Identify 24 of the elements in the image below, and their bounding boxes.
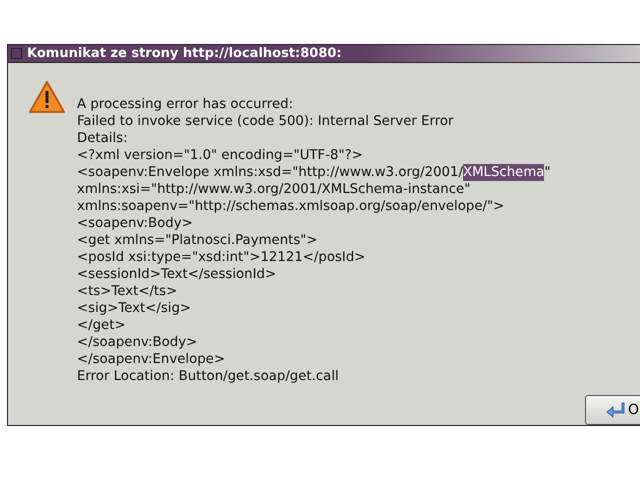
message-text: xmlns:soapenv="http://schemas.xmlsoap.org/soap/envelope/">	[77, 198, 504, 215]
message-text: xmlns:xsi="http://www.w3.org/2001/XMLSchema-instance"	[77, 181, 470, 198]
message-text: </soapenv:Body>	[77, 334, 198, 351]
window-menu-icon[interactable]	[11, 48, 22, 59]
message-text: Details:	[77, 130, 128, 147]
message-text: <?xml version="1.0" encoding="UTF-8"?>	[77, 147, 363, 164]
message-text: "	[544, 164, 551, 181]
message-text: </get>	[77, 317, 126, 334]
message-text: <soapenv:Envelope xmlns:xsd="http://www.w3.org/2001/	[77, 164, 463, 181]
message-text: <sessionId>Text</sessionId>	[77, 266, 276, 283]
message-text: Error Location: Button/get.soap/get.call	[77, 368, 339, 385]
return-arrow-icon	[606, 401, 626, 419]
selected-text: XMLSchema	[462, 164, 544, 181]
window-title: Komunikat ze strony http://localhost:8080:	[27, 47, 342, 60]
warning-icon	[28, 80, 66, 114]
message-text: <get xmlns="Platnosci.Payments">	[77, 232, 318, 249]
message-text: <posId xsi:type="xsd:int">12121</posId>	[77, 249, 366, 266]
message-text: A processing error has occurred:	[77, 96, 294, 113]
message-text: </soapenv:Envelope>	[77, 351, 225, 368]
message-text: <ts>Text</ts>	[77, 283, 178, 300]
ok-button[interactable]: O	[585, 395, 640, 425]
message-text: Failed to invoke service (code 500): Internal Server Error	[77, 113, 454, 130]
message-text: <sig>Text</sig>	[77, 300, 192, 317]
message-text: <soapenv:Body>	[77, 215, 193, 232]
